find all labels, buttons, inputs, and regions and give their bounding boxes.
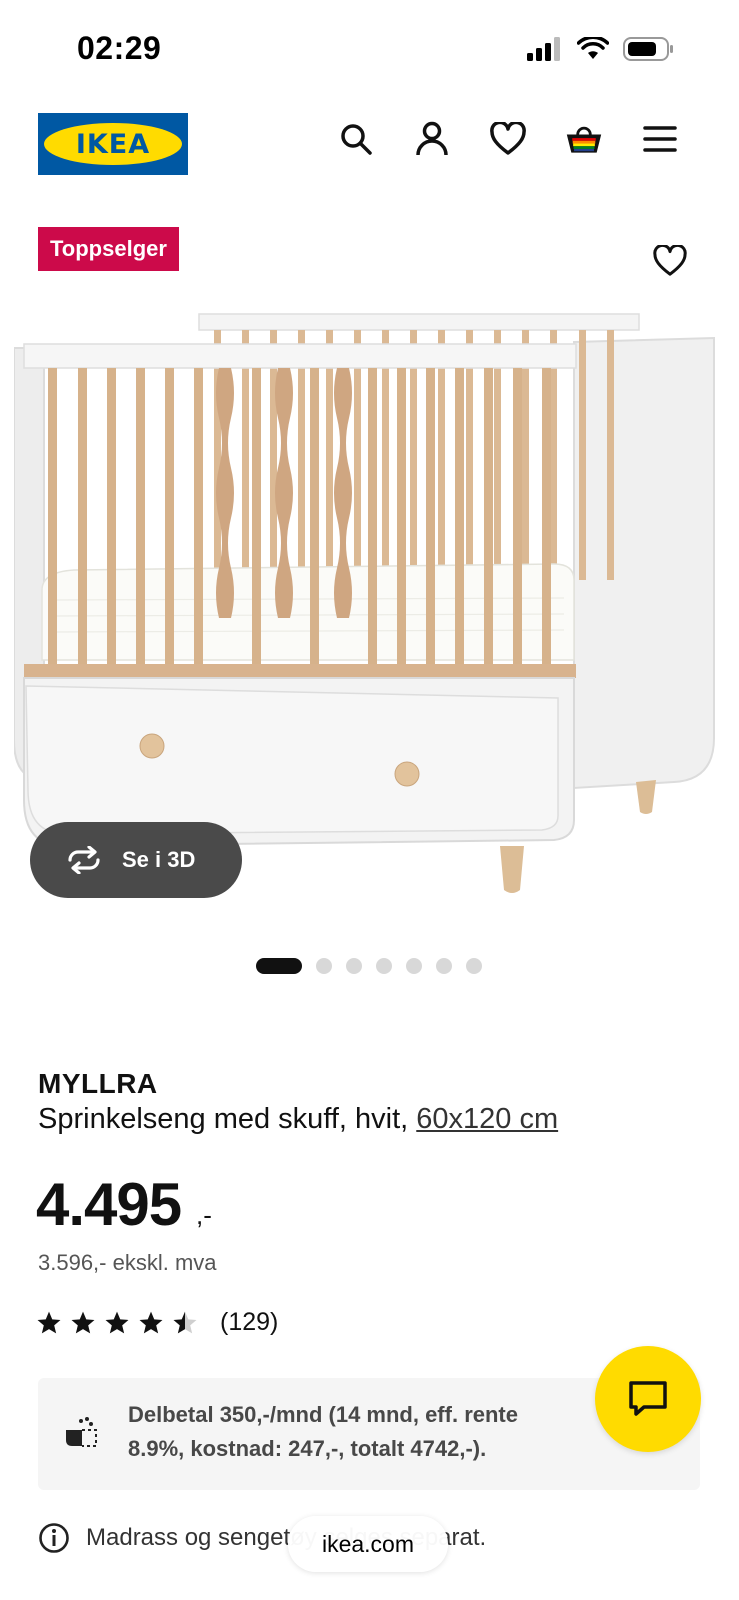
cart-icon[interactable] (565, 120, 603, 158)
info-icon (39, 1523, 69, 1553)
rotate-3d-icon (68, 846, 100, 874)
status-time: 02:29 (77, 30, 162, 66)
site-header: IKEA (0, 110, 739, 175)
browser-url-bar[interactable]: ikea.com (288, 1516, 448, 1572)
product-name: MYLLRA (38, 1068, 158, 1099)
status-icons (527, 35, 675, 67)
search-icon[interactable] (337, 120, 375, 158)
star-icon (139, 1311, 163, 1333)
heart-icon (653, 245, 687, 276)
logo-text: IKEA (75, 128, 151, 160)
star-icon (71, 1311, 95, 1333)
header-actions (337, 120, 679, 158)
ikea-logo[interactable]: IKEA (38, 113, 188, 175)
product-description-text: Sprinkelseng med skuff, hvit, (38, 1103, 417, 1135)
installment-text: Delbetal 350,-/mnd (14 mnd, eff. rente 8… (128, 1402, 518, 1461)
carousel-dot[interactable] (316, 958, 332, 974)
chat-button[interactable] (595, 1346, 701, 1452)
view-3d-button[interactable]: Se i 3D (30, 822, 242, 898)
status-bar: 02:29 (0, 0, 739, 96)
payment-installment-icon (66, 1417, 97, 1447)
rating-count: (129) (220, 1308, 279, 1336)
star-icon (105, 1311, 129, 1333)
heart-icon[interactable] (489, 120, 527, 158)
carousel-dot[interactable] (406, 958, 422, 974)
size-link[interactable]: 60x120 cm (416, 1103, 558, 1135)
price-suffix: ,- (196, 1200, 212, 1230)
product-price: 4.495 (36, 1171, 182, 1238)
chat-icon (629, 1381, 667, 1416)
account-icon[interactable] (413, 120, 451, 158)
topseller-badge: Toppselger (38, 227, 179, 271)
price-excluding-vat: 3.596,- ekskl. mva (38, 1250, 217, 1275)
carousel-dot[interactable] (376, 958, 392, 974)
half-star-icon (173, 1311, 197, 1333)
product-gallery[interactable]: Toppselger (0, 210, 739, 893)
menu-icon[interactable] (641, 120, 679, 158)
carousel-dot-active[interactable] (256, 958, 302, 974)
battery-icon (623, 36, 675, 67)
product-image[interactable] (13, 260, 726, 905)
product-rating[interactable]: (129) (36, 1308, 278, 1337)
star-icon (37, 1311, 61, 1333)
view-3d-label: Se i 3D (122, 847, 196, 872)
carousel-indicator (256, 958, 482, 974)
carousel-dot[interactable] (436, 958, 452, 974)
signal-icon (527, 37, 563, 66)
product-description: Sprinkelseng med skuff, hvit, 60x120 cm (38, 1103, 558, 1136)
carousel-dot[interactable] (466, 958, 482, 974)
carousel-dot[interactable] (346, 958, 362, 974)
add-to-favourites-button[interactable] (641, 232, 699, 290)
wifi-icon (576, 35, 610, 66)
